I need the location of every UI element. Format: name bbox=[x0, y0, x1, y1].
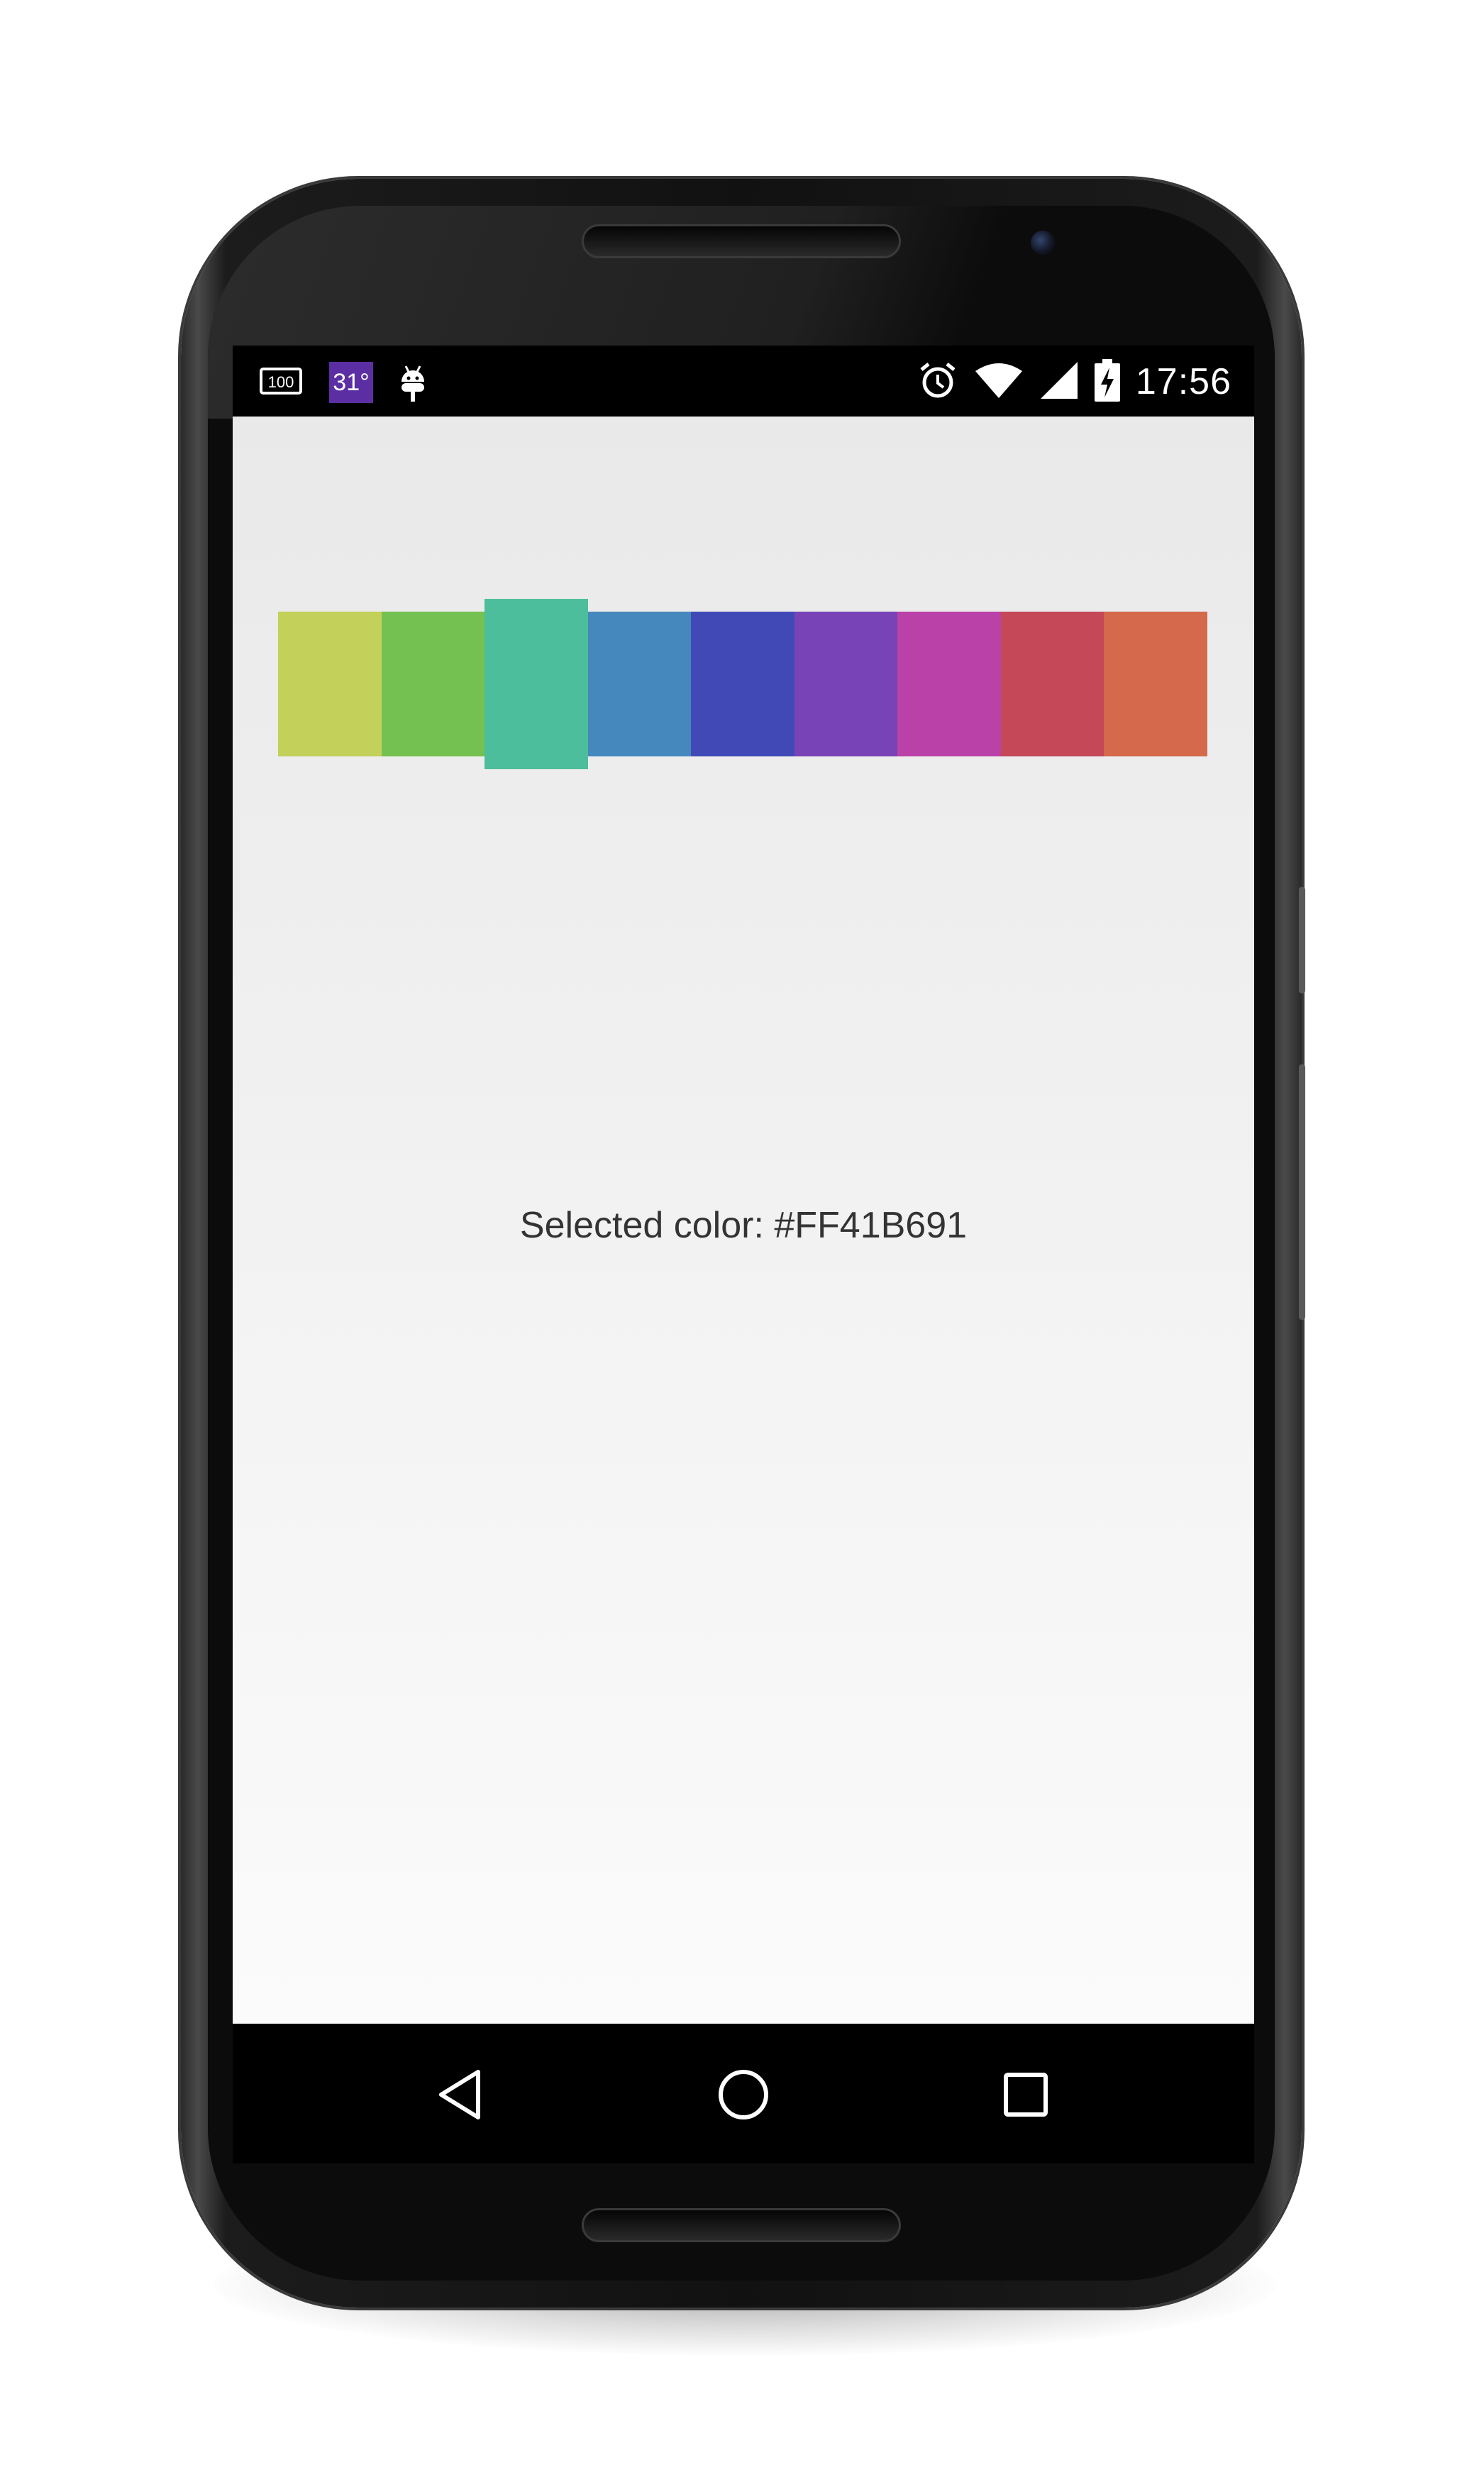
recents-icon bbox=[1004, 2073, 1048, 2117]
color-swatch[interactable] bbox=[587, 612, 692, 756]
color-swatch-bar bbox=[278, 599, 1208, 769]
status-clock: 17:56 bbox=[1135, 361, 1231, 402]
android-debug-icon bbox=[397, 360, 428, 405]
screenshot-storage-icon: 100 bbox=[258, 365, 305, 401]
weather-icon: 31° bbox=[329, 362, 373, 403]
back-button[interactable] bbox=[426, 2059, 497, 2130]
app-content: Selected color: #FF41B691 bbox=[233, 417, 1254, 2024]
color-swatch-selected[interactable] bbox=[484, 599, 589, 769]
color-swatch[interactable] bbox=[278, 612, 382, 756]
screen: 100 31° 17:56 Selected color: #FF41B691 bbox=[233, 346, 1254, 2163]
top-speaker bbox=[582, 224, 901, 258]
bottom-speaker bbox=[582, 2208, 901, 2242]
color-swatch[interactable] bbox=[691, 612, 795, 756]
color-swatch[interactable] bbox=[381, 612, 485, 756]
notification-icons: 100 31° bbox=[258, 361, 428, 404]
volume-button bbox=[1299, 887, 1305, 993]
color-swatch[interactable] bbox=[897, 612, 1002, 756]
back-icon bbox=[439, 2070, 480, 2119]
status-bar: 100 31° 17:56 bbox=[233, 346, 1254, 417]
alarm-icon bbox=[917, 360, 958, 404]
battery-charging-icon bbox=[1094, 358, 1120, 405]
color-swatch[interactable] bbox=[1000, 612, 1104, 756]
system-status: 17:56 bbox=[917, 358, 1231, 405]
home-button[interactable] bbox=[708, 2059, 779, 2130]
cell-signal-icon bbox=[1039, 360, 1079, 404]
color-swatch[interactable] bbox=[794, 612, 898, 756]
front-camera bbox=[1031, 231, 1055, 255]
recents-button[interactable] bbox=[990, 2059, 1061, 2130]
wifi-icon bbox=[974, 361, 1024, 403]
selected-color-label: Selected color: #FF41B691 bbox=[519, 1205, 968, 1246]
color-swatch[interactable] bbox=[1104, 612, 1208, 756]
home-icon bbox=[719, 2070, 768, 2119]
svg-text:100: 100 bbox=[268, 373, 294, 391]
navigation-bar bbox=[233, 2024, 1254, 2163]
power-button bbox=[1299, 1064, 1305, 1320]
